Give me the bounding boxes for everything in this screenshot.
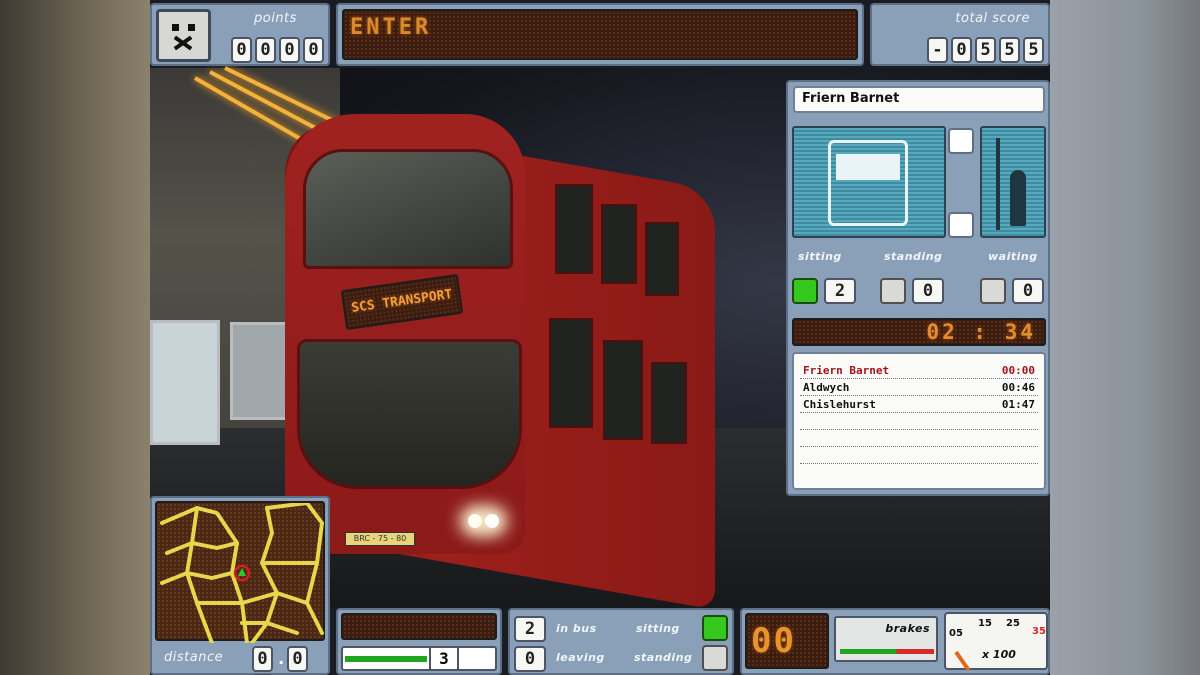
speed-digits: 00	[751, 621, 796, 661]
odometer-led	[341, 613, 497, 640]
happy-face-icon	[792, 278, 818, 304]
brakes-label: brakes	[885, 622, 930, 635]
headlight	[485, 514, 499, 528]
shop-window	[230, 322, 290, 420]
message-text: ENTER	[350, 15, 432, 40]
distance-counter: 0.00	[252, 646, 328, 675]
bus-status-icon	[792, 126, 946, 238]
standing-label: standing	[634, 651, 693, 664]
door-indicator	[948, 128, 974, 154]
speed-panel: 00 brakes 05 15 25 35 x 100	[740, 608, 1050, 675]
throttle-bar: 3	[341, 646, 497, 671]
bus-stop-passenger-icon	[980, 126, 1046, 238]
minimap-roads	[160, 500, 325, 645]
score-digit: 5	[975, 37, 996, 63]
gauge-needle	[954, 650, 971, 672]
score-digit: 5	[1023, 37, 1044, 63]
sitting-count: 2	[824, 278, 856, 304]
bus-front: SCS TRANSPORT BRC - 75 - 80	[285, 114, 525, 554]
total-score-label: total score	[955, 11, 1030, 26]
schedule-row	[800, 430, 1038, 447]
score-digit: -	[927, 37, 948, 63]
bus-window	[549, 318, 593, 428]
neutral-face-icon	[880, 278, 906, 304]
destination-text: SCS TRANSPORT	[350, 286, 454, 317]
right-background	[1050, 0, 1200, 675]
mood-face-icon	[156, 9, 211, 62]
bus-window	[601, 204, 637, 284]
passenger-panel: 2 in bus 0 leaving sitting standing	[508, 608, 734, 675]
schedule-row: Chislehurst 01:47	[800, 396, 1038, 413]
headlight	[468, 514, 482, 528]
stop-info-panel: Friern Barnet sitting standing waiting 2…	[786, 80, 1050, 496]
waiting-label: waiting	[988, 250, 1038, 263]
points-digit: 0	[303, 37, 324, 63]
standing-label: standing	[884, 250, 943, 263]
distance-label: distance	[164, 650, 224, 665]
timer-display: 02 : 34	[792, 318, 1046, 346]
speed-display: 00	[745, 613, 829, 669]
gauge-unit: x 100	[982, 648, 1016, 661]
schedule-row: Aldwych 00:46	[800, 379, 1038, 396]
total-score-counter: -0555	[927, 37, 1047, 63]
license-plate: BRC - 75 - 80	[345, 532, 415, 546]
message-panel: ENTER	[336, 3, 864, 66]
points-digit: 0	[279, 37, 300, 63]
points-label: points	[254, 11, 297, 26]
gauge-tick: 25	[1006, 618, 1020, 629]
minimap-panel: distance 0.00	[150, 496, 330, 675]
standing-count: 0	[912, 278, 944, 304]
total-score-panel: total score -0555	[870, 3, 1050, 66]
brakes-meter: brakes	[834, 616, 938, 662]
upper-windscreen	[303, 149, 513, 269]
happy-face-icon	[702, 615, 728, 641]
distance-digit: 0	[287, 646, 308, 672]
schedule-row	[800, 447, 1038, 464]
double-decker-bus: SCS TRANSPORT BRC - 75 - 80	[285, 94, 725, 610]
points-panel: points 0000	[150, 3, 330, 66]
throttle-fill	[345, 656, 427, 662]
gauge-tick: 35	[1032, 626, 1046, 637]
gear-indicator: 3	[429, 646, 459, 671]
leaving-label: leaving	[556, 651, 605, 664]
sitting-label: sitting	[636, 622, 680, 635]
bus-window	[555, 184, 593, 274]
points-digit: 0	[255, 37, 276, 63]
distance-decimal: .	[276, 649, 287, 669]
current-stop-field: Friern Barnet	[793, 86, 1045, 113]
bus-window	[645, 222, 679, 296]
gauge-tick: 05	[949, 628, 963, 639]
schedule-row	[800, 413, 1038, 430]
minimap[interactable]	[155, 500, 325, 645]
destination-sign: SCS TRANSPORT	[340, 273, 464, 331]
in-bus-label: in bus	[556, 622, 597, 635]
score-digit: 5	[999, 37, 1020, 63]
shop-window	[150, 320, 220, 445]
distance-digit: 0	[252, 646, 273, 672]
leaving-count: 0	[514, 646, 546, 672]
left-background	[0, 0, 150, 675]
neutral-face-icon	[702, 645, 728, 671]
brakes-bar	[840, 649, 934, 654]
game-viewport: SCS TRANSPORT BRC - 75 - 80 points 0000 …	[150, 0, 1050, 675]
in-bus-count: 2	[514, 616, 546, 642]
current-stop-name: Friern Barnet	[802, 91, 900, 106]
gauge-tick: 15	[978, 618, 992, 629]
schedule-list: Friern Barnet 00:00 Aldwych 00:46 Chislehu…	[792, 352, 1046, 490]
waiting-count: 0	[1012, 278, 1044, 304]
schedule-row: Friern Barnet 00:00	[800, 362, 1038, 379]
door-indicator	[948, 212, 974, 238]
neutral-face-icon	[980, 278, 1006, 304]
score-digit: 0	[951, 37, 972, 63]
sitting-label: sitting	[798, 250, 842, 263]
message-display: ENTER	[342, 9, 858, 60]
points-digit: 0	[231, 37, 252, 63]
lower-windscreen	[297, 339, 522, 489]
rpm-gauge: 05 15 25 35 x 100	[944, 612, 1048, 672]
gear-panel: 3	[336, 608, 502, 675]
points-counter: 0000	[231, 37, 327, 63]
bus-window	[651, 362, 687, 444]
bus-window	[603, 340, 643, 440]
timer-text: 02 : 34	[926, 320, 1036, 344]
